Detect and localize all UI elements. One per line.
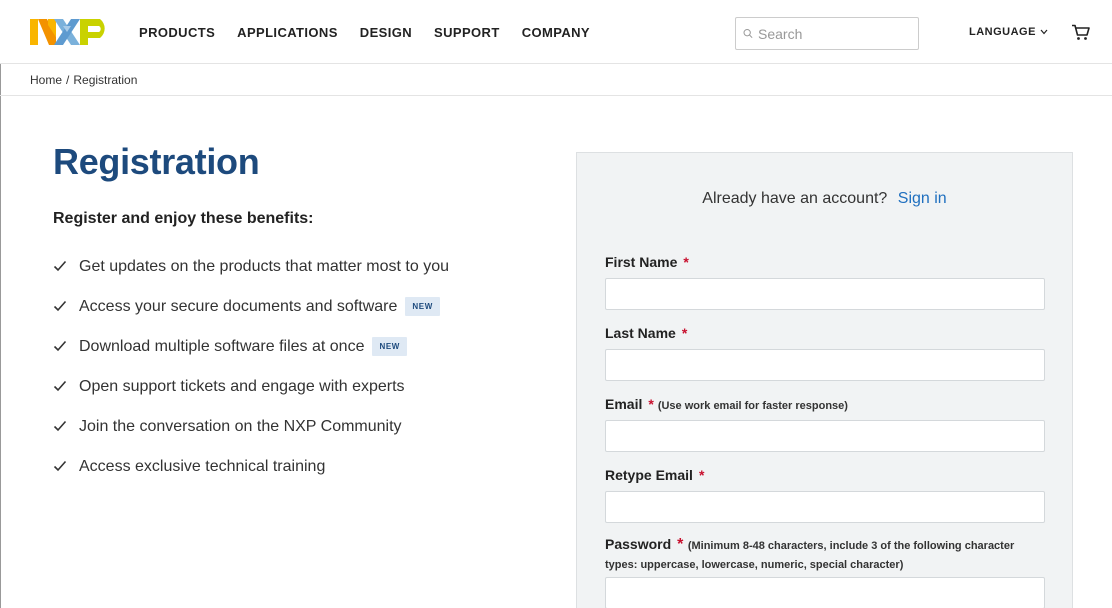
search-input[interactable] xyxy=(758,25,918,42)
already-have-account: Already have an account? Sign in xyxy=(577,190,1072,208)
password-field[interactable] xyxy=(605,577,1045,608)
new-badge: NEW xyxy=(372,337,407,356)
first-name-field[interactable] xyxy=(605,278,1045,310)
password-label: Password * (Minimum 8-48 characters, incl… xyxy=(605,536,1045,574)
nav-item-products[interactable]: PRODUCTS xyxy=(139,25,215,40)
registration-form-panel: Already have an account? Sign in First N… xyxy=(576,152,1073,608)
benefit-text: Join the conversation on the NXP Communi… xyxy=(79,418,402,435)
sign-in-link[interactable]: Sign in xyxy=(898,190,947,207)
email-field[interactable] xyxy=(605,420,1045,452)
benefit-text: Access exclusive technical training xyxy=(79,458,326,475)
cart-icon[interactable] xyxy=(1071,24,1090,41)
main-nav: PRODUCTS APPLICATIONS DESIGN SUPPORT COM… xyxy=(139,0,590,64)
benefit-item: Get updates on the products that matter … xyxy=(53,255,449,295)
search-icon xyxy=(743,29,753,39)
required-marker: * xyxy=(683,254,689,270)
benefit-item: Join the conversation on the NXP Communi… xyxy=(53,415,449,455)
already-have-account-text: Already have an account? xyxy=(702,190,888,207)
first-name-label-text: First Name xyxy=(605,254,678,270)
required-marker: * xyxy=(681,325,688,341)
checkmark-icon xyxy=(53,300,67,312)
benefit-text: Download multiple software files at once xyxy=(79,338,365,355)
benefit-item: Access exclusive technical training xyxy=(53,455,449,495)
benefit-item: Download multiple software files at once… xyxy=(53,335,449,375)
first-name-label: First Name * xyxy=(605,254,689,270)
nav-item-support[interactable]: SUPPORT xyxy=(434,25,500,40)
last-name-label: Last Name * xyxy=(605,325,687,341)
nav-item-company[interactable]: COMPANY xyxy=(522,25,590,40)
retype-email-label-text: Retype Email xyxy=(605,467,693,483)
breadcrumb-current: Registration xyxy=(73,72,138,87)
retype-email-label: Retype Email * xyxy=(605,467,704,483)
nav-item-design[interactable]: DESIGN xyxy=(360,25,412,40)
required-marker: * xyxy=(648,396,654,412)
checkmark-icon xyxy=(53,340,67,352)
search-box[interactable] xyxy=(735,17,919,50)
email-label: Email * (Use work email for faster respons… xyxy=(605,396,848,412)
checkmark-icon xyxy=(53,260,67,272)
nxp-logo[interactable] xyxy=(30,17,112,47)
checkmark-icon xyxy=(53,380,67,392)
benefits-list: Get updates on the products that matter … xyxy=(53,255,449,495)
last-name-label-text: Last Name xyxy=(605,325,676,341)
chevron-down-icon xyxy=(1040,29,1048,35)
last-name-field[interactable] xyxy=(605,349,1045,381)
email-label-text: Email xyxy=(605,396,643,412)
language-label: LANGUAGE xyxy=(969,26,1036,38)
breadcrumb-separator: / xyxy=(66,72,70,87)
top-navigation-bar: PRODUCTS APPLICATIONS DESIGN SUPPORT COM… xyxy=(0,0,1112,64)
benefit-item: Access your secure documents and softwar… xyxy=(53,295,449,335)
checkmark-icon xyxy=(53,460,67,472)
benefit-item: Open support tickets and engage with exp… xyxy=(53,375,449,415)
language-selector[interactable]: LANGUAGE xyxy=(969,26,1048,38)
benefit-text: Get updates on the products that matter … xyxy=(79,258,449,275)
page-title: Registration xyxy=(53,141,260,182)
email-hint: (Use work email for faster response) xyxy=(657,400,848,412)
benefit-text: Open support tickets and engage with exp… xyxy=(79,378,405,395)
breadcrumb-home-link[interactable]: Home xyxy=(30,73,62,87)
benefit-text: Access your secure documents and softwar… xyxy=(79,298,398,315)
password-label-text: Password xyxy=(605,536,672,552)
retype-email-field[interactable] xyxy=(605,491,1045,523)
checkmark-icon xyxy=(53,420,67,432)
required-marker: * xyxy=(698,467,705,483)
new-badge: NEW xyxy=(405,297,440,316)
required-marker: * xyxy=(677,536,684,553)
nav-item-applications[interactable]: APPLICATIONS xyxy=(237,25,338,40)
breadcrumb: Home / Registration xyxy=(0,64,1112,96)
benefits-heading: Register and enjoy these benefits: xyxy=(53,210,314,227)
